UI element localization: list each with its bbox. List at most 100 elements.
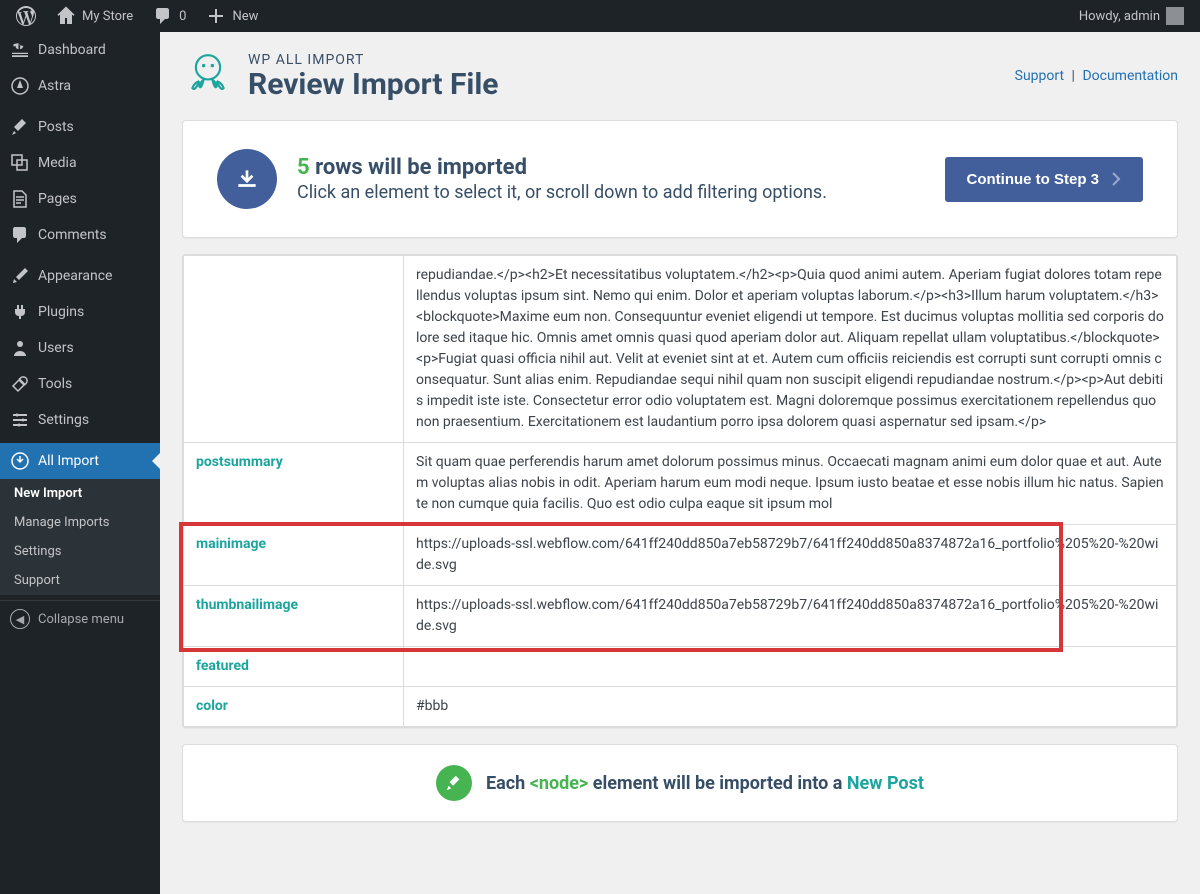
field-key[interactable]: mainimage xyxy=(184,525,404,586)
page-header: WP ALL IMPORT Review Import File Support… xyxy=(182,50,1178,102)
chevron-right-icon xyxy=(1111,172,1121,186)
field-value[interactable]: https://uploads-ssl.webflow.com/641ff240… xyxy=(404,586,1177,647)
sidebar-label: Appearance xyxy=(38,268,112,284)
sidebar-item-tools[interactable]: Tools xyxy=(0,366,160,402)
footer-mid: element will be imported into a xyxy=(588,773,847,794)
continue-button[interactable]: Continue to Step 3 xyxy=(945,157,1144,202)
footer-panel: Each <node> element will be imported int… xyxy=(182,744,1178,822)
sidebar-label: Tools xyxy=(38,376,72,392)
sidebar-label: Posts xyxy=(38,119,74,135)
sidebar-label: Pages xyxy=(38,191,77,207)
comments-link[interactable]: 0 xyxy=(145,0,194,32)
collapse-menu[interactable]: ◀ Collapse menu xyxy=(0,600,160,637)
pin-icon xyxy=(10,117,30,137)
footer-newpost-link[interactable]: New Post xyxy=(847,773,924,794)
submenu-settings[interactable]: Settings xyxy=(0,537,160,566)
sidebar-label: All Import xyxy=(38,453,99,469)
link-separator: | xyxy=(1072,68,1075,84)
collapse-icon: ◀ xyxy=(10,609,30,629)
import-icon xyxy=(10,451,30,471)
sidebar-item-astra[interactable]: Astra xyxy=(0,68,160,104)
plus-icon xyxy=(206,6,226,26)
wpai-logo-icon xyxy=(182,50,234,102)
pin-circle-icon xyxy=(436,765,472,801)
summary-heading: 5 rows will be imported xyxy=(297,155,925,180)
row-count-suffix: rows will be imported xyxy=(310,155,527,180)
submenu-new-import[interactable]: New Import xyxy=(0,479,160,508)
table-row[interactable]: featured xyxy=(184,647,1177,687)
footer-text: Each <node> element will be imported int… xyxy=(486,773,924,794)
astra-icon xyxy=(10,76,30,96)
sidebar-label: Astra xyxy=(38,78,71,94)
field-key[interactable]: thumbnailimage xyxy=(184,586,404,647)
sidebar-item-plugins[interactable]: Plugins xyxy=(0,294,160,330)
sidebar-label: Dashboard xyxy=(38,42,106,58)
sidebar-item-posts[interactable]: Posts xyxy=(0,109,160,145)
footer-node: <node> xyxy=(530,773,589,794)
field-key[interactable]: featured xyxy=(184,647,404,687)
data-table: repudiandae.</p><h2>Et necessitatibus vo… xyxy=(183,255,1177,727)
field-value[interactable]: https://uploads-ssl.webflow.com/641ff240… xyxy=(404,525,1177,586)
table-row[interactable]: repudiandae.</p><h2>Et necessitatibus vo… xyxy=(184,256,1177,443)
continue-label: Continue to Step 3 xyxy=(967,171,1100,188)
media-icon xyxy=(10,153,30,173)
user-icon xyxy=(10,338,30,358)
sidebar-item-users[interactable]: Users xyxy=(0,330,160,366)
wrench-icon xyxy=(10,374,30,394)
submenu-manage-imports[interactable]: Manage Imports xyxy=(0,508,160,537)
submenu-all-import: New Import Manage Imports Settings Suppo… xyxy=(0,479,160,595)
wp-logo[interactable] xyxy=(8,0,44,32)
brand-text: WP ALL IMPORT xyxy=(248,52,499,68)
comments-count: 0 xyxy=(179,9,186,24)
avatar xyxy=(1166,7,1184,25)
plug-icon xyxy=(10,302,30,322)
sidebar-label: Settings xyxy=(38,412,89,428)
sliders-icon xyxy=(10,410,30,430)
field-key[interactable]: postsummary xyxy=(184,443,404,525)
table-row[interactable]: postsummarySit quam quae perferendis har… xyxy=(184,443,1177,525)
sidebar-item-appearance[interactable]: Appearance xyxy=(0,258,160,294)
page-title: Review Import File xyxy=(248,68,499,101)
field-value[interactable] xyxy=(404,647,1177,687)
table-row[interactable]: color#bbb xyxy=(184,687,1177,727)
page-icon xyxy=(10,189,30,209)
sidebar-label: Comments xyxy=(38,227,107,243)
sidebar-label: Plugins xyxy=(38,304,84,320)
sidebar-item-comments[interactable]: Comments xyxy=(0,217,160,253)
admin-topbar: My Store 0 New Howdy, admin xyxy=(0,0,1200,32)
main-content: WP ALL IMPORT Review Import File Support… xyxy=(160,32,1200,894)
documentation-link[interactable]: Documentation xyxy=(1082,68,1178,84)
footer-prefix: Each xyxy=(486,773,530,794)
home-icon xyxy=(56,6,76,26)
sidebar-item-media[interactable]: Media xyxy=(0,145,160,181)
dashboard-icon xyxy=(10,40,30,60)
table-row[interactable]: thumbnailimagehttps://uploads-ssl.webflo… xyxy=(184,586,1177,647)
field-key[interactable] xyxy=(184,256,404,443)
comment-icon xyxy=(10,225,30,245)
brush-icon xyxy=(10,266,30,286)
field-value[interactable]: #bbb xyxy=(404,687,1177,727)
wordpress-icon xyxy=(16,6,36,26)
sidebar-label: Media xyxy=(38,155,77,171)
comment-icon xyxy=(153,6,173,26)
field-value[interactable]: Sit quam quae perferendis harum amet dol… xyxy=(404,443,1177,525)
table-row[interactable]: mainimagehttps://uploads-ssl.webflow.com… xyxy=(184,525,1177,586)
header-links: Support | Documentation xyxy=(1015,68,1178,84)
sidebar-item-settings[interactable]: Settings xyxy=(0,402,160,438)
account-link[interactable]: Howdy, admin xyxy=(1071,0,1192,32)
sidebar-item-pages[interactable]: Pages xyxy=(0,181,160,217)
row-count: 5 xyxy=(297,155,310,180)
support-link[interactable]: Support xyxy=(1015,68,1064,84)
sidebar-item-all-import[interactable]: All Import xyxy=(0,443,160,479)
new-content-link[interactable]: New xyxy=(198,0,266,32)
submenu-support[interactable]: Support xyxy=(0,566,160,595)
sidebar-item-dashboard[interactable]: Dashboard xyxy=(0,32,160,68)
collapse-label: Collapse menu xyxy=(38,612,124,627)
download-circle-icon xyxy=(217,149,277,209)
field-key[interactable]: color xyxy=(184,687,404,727)
site-name: My Store xyxy=(82,9,133,24)
field-value[interactable]: repudiandae.</p><h2>Et necessitatibus vo… xyxy=(404,256,1177,443)
summary-panel: 5 rows will be imported Click an element… xyxy=(182,120,1178,238)
summary-subtext: Click an element to select it, or scroll… xyxy=(297,182,925,203)
site-home-link[interactable]: My Store xyxy=(48,0,141,32)
